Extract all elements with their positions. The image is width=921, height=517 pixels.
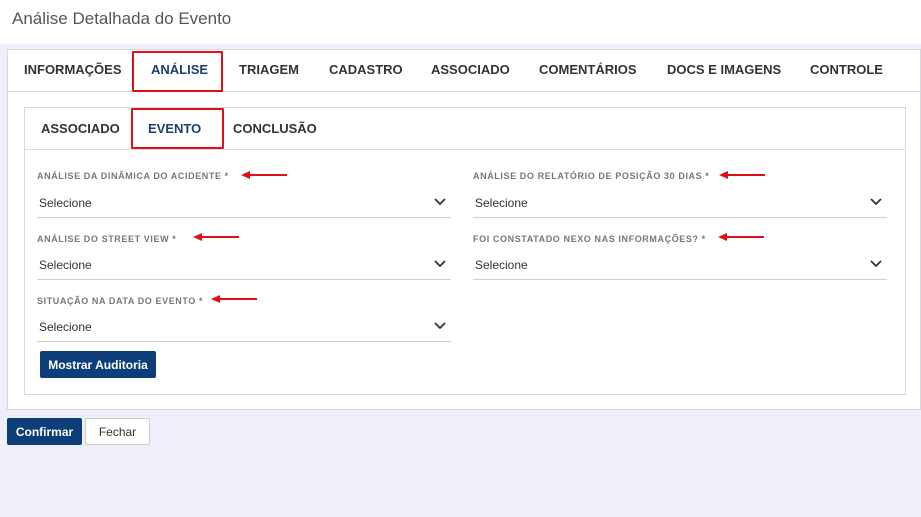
chevron-down-icon: [434, 198, 446, 206]
main-panel: INFORMAÇÕES ANÁLISE TRIAGEM CADASTRO ASS…: [7, 49, 921, 410]
arrow-left-icon: [211, 295, 257, 303]
tab-controle[interactable]: CONTROLE: [810, 50, 883, 92]
tab-associado[interactable]: ASSOCIADO: [431, 50, 510, 92]
highlight-box-analise-tab: [132, 51, 223, 92]
select-situacao-data-evento[interactable]: Selecione: [37, 312, 451, 342]
highlight-box-evento-subtab: [131, 108, 224, 149]
tab-informacoes[interactable]: INFORMAÇÕES: [24, 50, 122, 92]
arrow-left-icon: [719, 171, 765, 179]
show-audit-button[interactable]: Mostrar Auditoria: [40, 351, 156, 378]
select-relatorio-posicao[interactable]: Selecione: [473, 188, 887, 218]
tab-cadastro[interactable]: CADASTRO: [329, 50, 403, 92]
chevron-down-icon: [434, 322, 446, 330]
tab-docs-e-imagens[interactable]: DOCS E IMAGENS: [667, 50, 781, 92]
close-button[interactable]: Fechar: [85, 418, 150, 445]
field-label-situacao-data-evento: SITUAÇÃO NA DATA DO EVENTO *: [37, 296, 204, 306]
field-label-street-view: ANÁLISE DO STREET VIEW *: [37, 234, 177, 244]
inner-panel: ASSOCIADO EVENTO CONCLUSÃO ANÁLISE DA DI…: [24, 107, 906, 395]
arrow-left-icon: [241, 171, 287, 179]
arrow-left-icon: [193, 233, 239, 241]
subtab-associado[interactable]: ASSOCIADO: [41, 108, 120, 150]
tab-triagem[interactable]: TRIAGEM: [239, 50, 299, 92]
select-street-view[interactable]: Selecione: [37, 250, 451, 280]
chevron-down-icon: [434, 260, 446, 268]
arrow-left-icon: [718, 233, 764, 241]
select-nexo-informacoes[interactable]: Selecione: [473, 250, 887, 280]
field-label-nexo-informacoes: FOI CONSTATADO NEXO NAS INFORMAÇÕES? *: [473, 234, 706, 244]
dialog-title: Análise Detalhada do Evento: [12, 9, 232, 28]
tab-comentarios[interactable]: COMENTÁRIOS: [539, 50, 637, 92]
chevron-down-icon: [870, 260, 882, 268]
field-label-dinamica-acidente: ANÁLISE DA DINÂMICA DO ACIDENTE *: [37, 171, 229, 181]
chevron-down-icon: [870, 198, 882, 206]
confirm-button[interactable]: Confirmar: [7, 418, 82, 445]
select-dinamica-acidente[interactable]: Selecione: [37, 188, 451, 218]
subtab-conclusao[interactable]: CONCLUSÃO: [233, 108, 317, 150]
title-bar: Análise Detalhada do Evento: [0, 0, 921, 44]
field-label-relatorio-posicao: ANÁLISE DO RELATÓRIO DE POSIÇÃO 30 DIAS *: [473, 171, 710, 181]
